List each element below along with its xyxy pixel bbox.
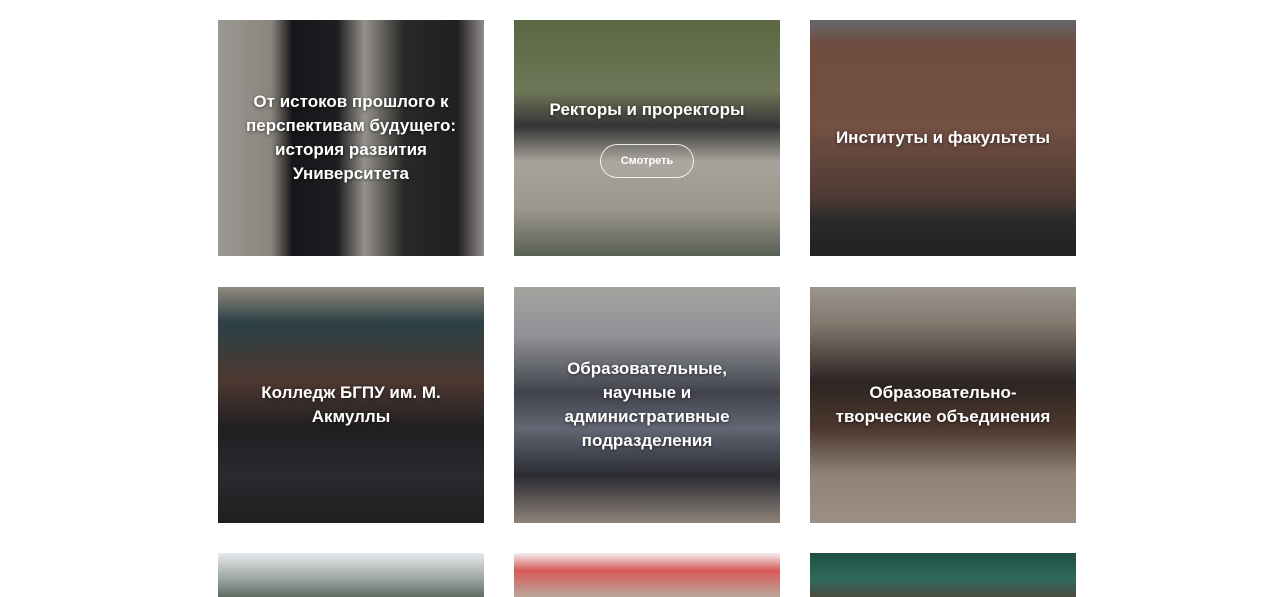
tile-title: Ректоры и проректоры xyxy=(549,100,745,119)
tile-row3-2[interactable] xyxy=(514,553,780,597)
tile-university-history[interactable]: От истоков прошлого к перспективам будущ… xyxy=(218,20,484,256)
tile-institutes[interactable]: Институты и факультеты xyxy=(810,20,1076,256)
tile-title: Институты и факультеты xyxy=(835,128,1051,147)
tile-row3-1[interactable] xyxy=(218,553,484,597)
tile-title: От истоков прошлого к перспективам будущ… xyxy=(245,92,456,183)
tile-creative-associations[interactable]: Образовательно-творческие объединения xyxy=(810,287,1076,523)
tile-title: Образовательно-творческие объединения xyxy=(835,383,1051,426)
tile-photo xyxy=(218,553,484,597)
tile-rectors[interactable]: Ректоры и проректоры Смотреть xyxy=(514,20,780,256)
tile-photo xyxy=(514,553,780,597)
tile-departments[interactable]: Образовательные, научные и административ… xyxy=(514,287,780,523)
tile-photo xyxy=(810,553,1076,597)
tile-college[interactable]: Колледж БГПУ им. М. Акмуллы xyxy=(218,287,484,523)
tile-overlay xyxy=(514,20,780,256)
tile-title: Образовательные, научные и административ… xyxy=(564,359,730,450)
tile-title: Колледж БГПУ им. М. Акмуллы xyxy=(261,383,441,426)
sections-grid: От истоков прошлого к перспективам будущ… xyxy=(0,0,1280,597)
view-button[interactable]: Смотреть xyxy=(600,144,694,178)
tile-row3-3[interactable] xyxy=(810,553,1076,597)
